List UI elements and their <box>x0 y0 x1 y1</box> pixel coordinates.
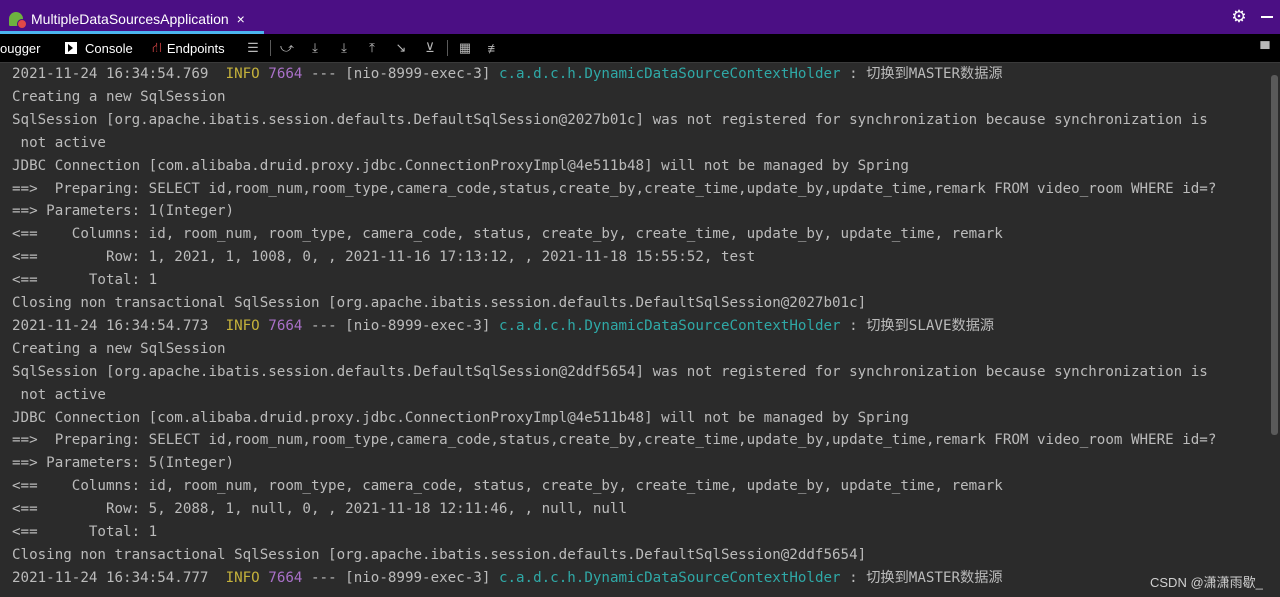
console-icon <box>65 42 77 54</box>
console-output[interactable]: 2021-11-24 16:34:54.769 INFO 7664 --- [n… <box>0 63 1268 597</box>
toolbar-divider <box>447 40 448 56</box>
console-line-text: JDBC Connection [com.alibaba.druid.proxy… <box>12 409 909 426</box>
console-line-text: ==> Preparing: SELECT id,room_num,room_t… <box>12 180 1217 197</box>
tab-console[interactable]: Console <box>65 34 133 62</box>
close-tab-icon[interactable]: × <box>237 11 245 27</box>
console-line: SqlSession [org.apache.ibatis.session.de… <box>12 109 1208 131</box>
log-timestamp: 2021-11-24 16:34:54.777 <box>12 569 209 586</box>
console-line: ==> Parameters: 1(Integer) <box>12 200 234 222</box>
console-line-text: Closing non transactional SqlSession [or… <box>12 546 867 563</box>
log-line: 2021-11-24 16:34:54.769 INFO 7664 --- [n… <box>12 63 1003 85</box>
run-to-cursor-icon[interactable]: ↘ <box>392 34 410 62</box>
step-over-icon[interactable]: ⤓ <box>306 34 324 62</box>
minimize-icon[interactable] <box>1261 16 1273 18</box>
log-timestamp: 2021-11-24 16:34:54.769 <box>12 66 209 82</box>
log-separator: --- <box>311 317 337 334</box>
menu-icon[interactable]: ☰ <box>244 34 262 62</box>
console-line-text: <== Row: 1, 2021, 1, 1008, 0, , 2021-11-… <box>12 249 756 266</box>
console-line-text: SqlSession [org.apache.ibatis.session.de… <box>12 363 1208 380</box>
log-thread: [nio-8999-exec-3] <box>345 569 491 586</box>
gear-icon[interactable]: ⚙ <box>1229 7 1249 27</box>
run-toolbar: ougger Console ⛙ Endpoints ☰ ⤻ ⤓ ⤓ ⤒ ↘ ⊻… <box>0 34 1280 63</box>
console-line: JDBC Connection [com.alibaba.druid.proxy… <box>12 155 909 177</box>
console-line: Creating a new SqlSession <box>12 86 226 108</box>
console-line-text: <== Columns: id, room_num, room_type, ca… <box>12 226 1003 243</box>
console-line: <== Total: 1 <box>12 521 157 543</box>
console-line: <== Columns: id, room_num, room_type, ca… <box>12 223 1003 245</box>
log-pid: 7664 <box>268 66 303 82</box>
layout-icon[interactable]: ▀ <box>1256 34 1274 62</box>
endpoints-icon: ⛙ <box>152 38 162 55</box>
run-tool-window-header: MultipleDataSourcesApplication × ⚙ <box>0 0 1280 34</box>
console-line: JDBC Connection [com.alibaba.druid.proxy… <box>12 407 909 429</box>
console-line-text: not active <box>12 134 106 151</box>
log-thread: [nio-8999-exec-3] <box>345 66 491 82</box>
console-line: ==> Parameters: 5(Integer) <box>12 452 234 474</box>
log-level: INFO <box>225 569 260 586</box>
log-message: : 切换到MASTER数据源 <box>849 66 1003 82</box>
log-level: INFO <box>225 66 260 82</box>
step-out-icon[interactable]: ⤒ <box>363 34 381 62</box>
console-line: not active <box>12 132 106 154</box>
console-line-text: ==> Parameters: 5(Integer) <box>12 455 235 472</box>
toolbar-divider <box>270 40 271 56</box>
log-pid: 7664 <box>268 569 303 586</box>
console-line-text: SqlSession [org.apache.ibatis.session.de… <box>12 111 1208 128</box>
console-line: Closing non transactional SqlSession [or… <box>12 292 866 314</box>
console-line-text: Creating a new SqlSession <box>12 340 226 357</box>
log-logger: c.a.d.c.h.DynamicDataSourceContextHolder <box>498 66 841 82</box>
step-into-icon[interactable]: ⤓ <box>335 34 353 62</box>
scrollbar-thumb[interactable] <box>1271 75 1278 435</box>
log-pid: 7664 <box>268 317 303 334</box>
tab-debugger-label: ougger <box>0 40 41 56</box>
log-level: INFO <box>225 317 260 334</box>
console-line: <== Columns: id, room_num, room_type, ca… <box>12 475 1003 497</box>
log-timestamp: 2021-11-24 16:34:54.773 <box>12 317 209 334</box>
log-logger: c.a.d.c.h.DynamicDataSourceContextHolder <box>498 317 841 334</box>
console-line: Creating a new SqlSession <box>12 338 226 360</box>
log-line: 2021-11-24 16:34:54.777 INFO 7664 --- [n… <box>12 567 1003 589</box>
console-line: <== Row: 5, 2088, 1, null, 0, , 2021-11-… <box>12 498 627 520</box>
log-separator: --- <box>311 569 337 586</box>
console-line: <== Total: 1 <box>12 269 157 291</box>
console-line: ==> Preparing: SELECT id,room_num,room_t… <box>12 178 1216 200</box>
run-tab-label: MultipleDataSourcesApplication <box>31 11 229 27</box>
log-separator: --- <box>311 66 337 82</box>
log-line: 2021-11-24 16:34:54.773 INFO 7664 --- [n… <box>12 315 994 337</box>
tab-console-label: Console <box>85 40 133 56</box>
tab-endpoints[interactable]: ⛙ Endpoints <box>152 34 225 62</box>
console-line: Closing non transactional SqlSession [or… <box>12 544 866 566</box>
spring-boot-app-icon <box>8 10 27 29</box>
console-line-text: ==> Parameters: 1(Integer) <box>12 203 235 220</box>
console-line: SqlSession [org.apache.ibatis.session.de… <box>12 361 1208 383</box>
tab-debugger[interactable]: ougger <box>0 34 40 62</box>
console-line-text: JDBC Connection [com.alibaba.druid.proxy… <box>12 157 909 174</box>
console-line-text: Closing non transactional SqlSession [or… <box>12 295 867 311</box>
log-thread: [nio-8999-exec-3] <box>345 317 491 334</box>
log-logger: c.a.d.c.h.DynamicDataSourceContextHolder <box>498 569 841 586</box>
console-line: not active <box>12 384 106 406</box>
show-execution-point-icon[interactable]: ⤻ <box>278 34 296 62</box>
tab-endpoints-label: Endpoints <box>166 40 225 56</box>
console-line-text: ==> Preparing: SELECT id,room_num,room_t… <box>12 432 1217 449</box>
evaluate-expression-icon[interactable]: ⊻ <box>421 34 439 62</box>
console-line-text: <== Columns: id, room_num, room_type, ca… <box>12 478 1003 495</box>
log-message: : 切换到SLAVE数据源 <box>849 317 995 334</box>
console-line: ==> Preparing: SELECT id,room_num,room_t… <box>12 429 1216 451</box>
trace-icon[interactable]: ≢ <box>485 34 503 62</box>
console-line-text: <== Row: 5, 2088, 1, null, 0, , 2021-11-… <box>12 501 627 518</box>
console-line: <== Row: 1, 2021, 1, 1008, 0, , 2021-11-… <box>12 246 755 268</box>
console-line-text: not active <box>12 386 106 403</box>
run-tab[interactable]: MultipleDataSourcesApplication × <box>0 4 264 34</box>
watermark: CSDN @潇潇雨歇_ <box>1150 575 1263 590</box>
console-line-text: Creating a new SqlSession <box>12 88 226 105</box>
table-icon[interactable]: ▦ <box>456 34 474 62</box>
console-line-text: <== Total: 1 <box>12 272 158 289</box>
log-message: : 切换到MASTER数据源 <box>849 569 1003 586</box>
console-line-text: <== Total: 1 <box>12 524 158 540</box>
